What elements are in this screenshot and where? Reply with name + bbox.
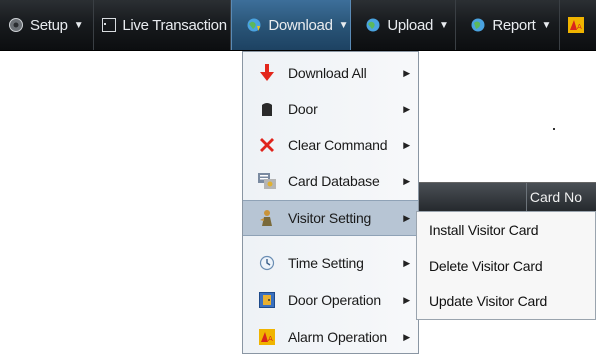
window-icon — [102, 17, 117, 33]
upload-globe-icon — [365, 17, 381, 33]
chevron-right-icon: ▶ — [403, 103, 410, 114]
menu-item-label: Door Operation — [288, 292, 381, 308]
gear-icon — [8, 17, 24, 33]
menu-item-visitor-setting[interactable]: Visitor Setting ▶ — [243, 200, 418, 236]
download-dropdown-menu: Download All ▶ Door ▶ Clear Command ▶ Ca… — [242, 51, 419, 354]
red-down-arrow-icon — [258, 64, 276, 82]
menu-alarm[interactable]: A — [560, 0, 596, 50]
menu-item-label: Clear Command — [288, 137, 388, 153]
visitor-icon — [258, 209, 276, 227]
chevron-right-icon: ▶ — [403, 331, 410, 342]
report-globe-icon — [470, 17, 486, 33]
menu-item-time-setting[interactable]: Time Setting ▶ — [243, 245, 418, 281]
clock-icon — [258, 254, 276, 272]
menu-live-transaction[interactable]: Live Transaction — [94, 0, 232, 50]
artifact-dot — [553, 128, 555, 130]
chevron-right-icon: ▶ — [403, 212, 410, 223]
menu-setup-label: Setup — [30, 16, 68, 34]
submenu-update-visitor-card[interactable]: Update Visitor Card — [417, 283, 595, 319]
door-operation-icon — [258, 291, 276, 309]
card-database-icon — [258, 172, 276, 190]
chevron-down-icon: ▼ — [338, 19, 349, 31]
menu-item-label: Door — [288, 101, 318, 117]
menu-report-label: Report — [492, 16, 536, 34]
menu-item-label: Alarm Operation — [288, 329, 387, 345]
menu-item-clear-command[interactable]: Clear Command ▶ — [243, 127, 418, 163]
chevron-right-icon: ▶ — [403, 257, 410, 268]
menu-item-download-all[interactable]: Download All ▶ — [243, 55, 418, 91]
menu-download-label: Download — [268, 16, 333, 34]
column-header-card-no[interactable]: Card No — [530, 189, 582, 205]
menu-report[interactable]: Report ▼ — [456, 0, 561, 50]
menu-item-label: Download All — [288, 65, 367, 81]
submenu-item-label: Install Visitor Card — [429, 222, 539, 238]
top-menubar: Setup ▼ Live Transaction Download ▼ Uplo… — [0, 0, 596, 51]
menu-item-card-database[interactable]: Card Database ▶ — [243, 163, 418, 199]
door-icon — [258, 100, 276, 118]
menu-setup[interactable]: Setup ▼ — [0, 0, 95, 50]
chevron-right-icon: ▶ — [403, 139, 410, 150]
alarm-icon: A — [568, 17, 585, 33]
red-x-icon — [258, 136, 276, 154]
menu-item-label: Time Setting — [288, 255, 364, 271]
chevron-down-icon: ▼ — [73, 19, 84, 31]
table-header: Card No — [419, 182, 596, 212]
chevron-down-icon: ▼ — [541, 19, 552, 31]
menu-item-label: Card Database — [288, 173, 380, 189]
visitor-setting-submenu: Install Visitor Card Delete Visitor Card… — [416, 211, 596, 320]
menu-item-label: Visitor Setting — [288, 210, 372, 226]
submenu-item-label: Delete Visitor Card — [429, 258, 543, 274]
svg-text:A: A — [268, 335, 273, 343]
column-divider — [526, 183, 527, 212]
menu-upload[interactable]: Upload ▼ — [351, 0, 457, 50]
chevron-right-icon: ▶ — [403, 175, 410, 186]
menu-item-alarm-operation[interactable]: A Alarm Operation ▶ — [243, 319, 418, 355]
chevron-down-icon: ▼ — [439, 19, 449, 31]
submenu-item-label: Update Visitor Card — [429, 293, 548, 309]
menu-upload-label: Upload — [387, 16, 434, 34]
submenu-install-visitor-card[interactable]: Install Visitor Card — [417, 212, 595, 248]
submenu-delete-visitor-card[interactable]: Delete Visitor Card — [417, 248, 595, 284]
alarm-operation-icon: A — [258, 328, 276, 346]
menu-item-door[interactable]: Door ▶ — [243, 91, 418, 127]
svg-text:A: A — [577, 23, 582, 31]
menu-download[interactable]: Download ▼ — [231, 0, 352, 50]
menu-live-transaction-label: Live Transaction — [122, 16, 227, 34]
download-globe-icon — [246, 17, 262, 33]
chevron-right-icon: ▶ — [403, 67, 410, 78]
chevron-right-icon: ▶ — [403, 294, 410, 305]
menu-item-door-operation[interactable]: Door Operation ▶ — [243, 282, 418, 318]
